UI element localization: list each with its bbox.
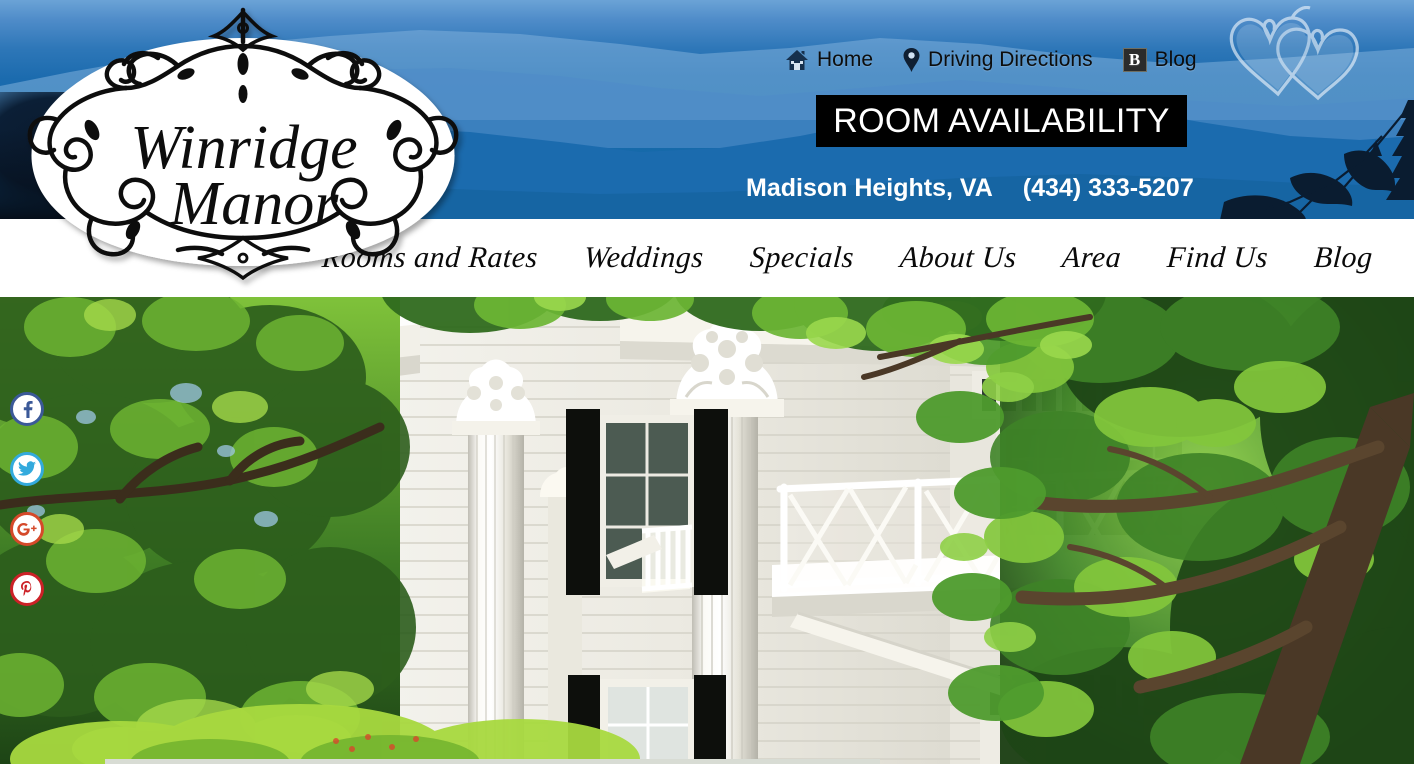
double-hearts-icon bbox=[1220, 5, 1370, 102]
room-availability-button[interactable]: ROOM AVAILABILITY bbox=[816, 95, 1187, 147]
location-text: Madison Heights, VA bbox=[746, 173, 993, 202]
utility-nav-item-home[interactable]: Home bbox=[785, 48, 887, 72]
main-nav-item-blog[interactable]: Blog bbox=[1290, 241, 1397, 275]
facebook-glyph bbox=[23, 401, 33, 418]
blogger-badge-icon: B bbox=[1122, 48, 1147, 72]
google-plus-glyph bbox=[17, 522, 37, 536]
utility-nav-label-home: Home bbox=[817, 48, 874, 71]
header-contact: Madison Heights, VA (434) 333-5207 bbox=[746, 172, 1196, 204]
main-nav-item-area[interactable]: Area bbox=[1038, 241, 1146, 275]
bottom-strip bbox=[105, 759, 880, 764]
main-nav-item-specials[interactable]: Specials bbox=[725, 241, 877, 275]
main-nav-item-find-us[interactable]: Find Us bbox=[1143, 241, 1292, 275]
logo-wordmark-line2: Manor bbox=[169, 170, 340, 238]
site-logo[interactable]: Winridge Manor bbox=[18, 2, 468, 298]
twitter-icon[interactable] bbox=[10, 452, 44, 486]
utility-nav: Home Driving Directions B Blog bbox=[785, 44, 1211, 76]
main-nav-item-about-us[interactable]: About Us bbox=[875, 241, 1040, 275]
home-icon bbox=[785, 49, 809, 71]
main-nav-item-weddings[interactable]: Weddings bbox=[560, 241, 728, 275]
social-rail bbox=[10, 392, 46, 606]
utility-nav-item-driving-directions[interactable]: Driving Directions bbox=[903, 48, 1107, 72]
pinterest-icon[interactable] bbox=[10, 572, 44, 606]
hero-image bbox=[0, 297, 1414, 764]
facebook-icon[interactable] bbox=[10, 392, 44, 426]
twitter-glyph bbox=[18, 461, 36, 476]
utility-nav-item-blog[interactable]: B Blog bbox=[1122, 48, 1211, 72]
utility-nav-label-blog: Blog bbox=[1154, 48, 1197, 71]
phone-number-link[interactable]: (434) 333-5207 bbox=[1023, 174, 1194, 203]
foliage-left bbox=[0, 297, 416, 764]
google-plus-icon[interactable] bbox=[10, 512, 44, 546]
map-pin-icon bbox=[903, 48, 920, 72]
utility-nav-label-driving-directions: Driving Directions bbox=[928, 48, 1093, 71]
header-pine-silhouette-right bbox=[1194, 96, 1414, 219]
page-root: Home Driving Directions B Blog ROOM AVAI… bbox=[0, 0, 1414, 764]
pinterest-glyph bbox=[21, 581, 32, 596]
